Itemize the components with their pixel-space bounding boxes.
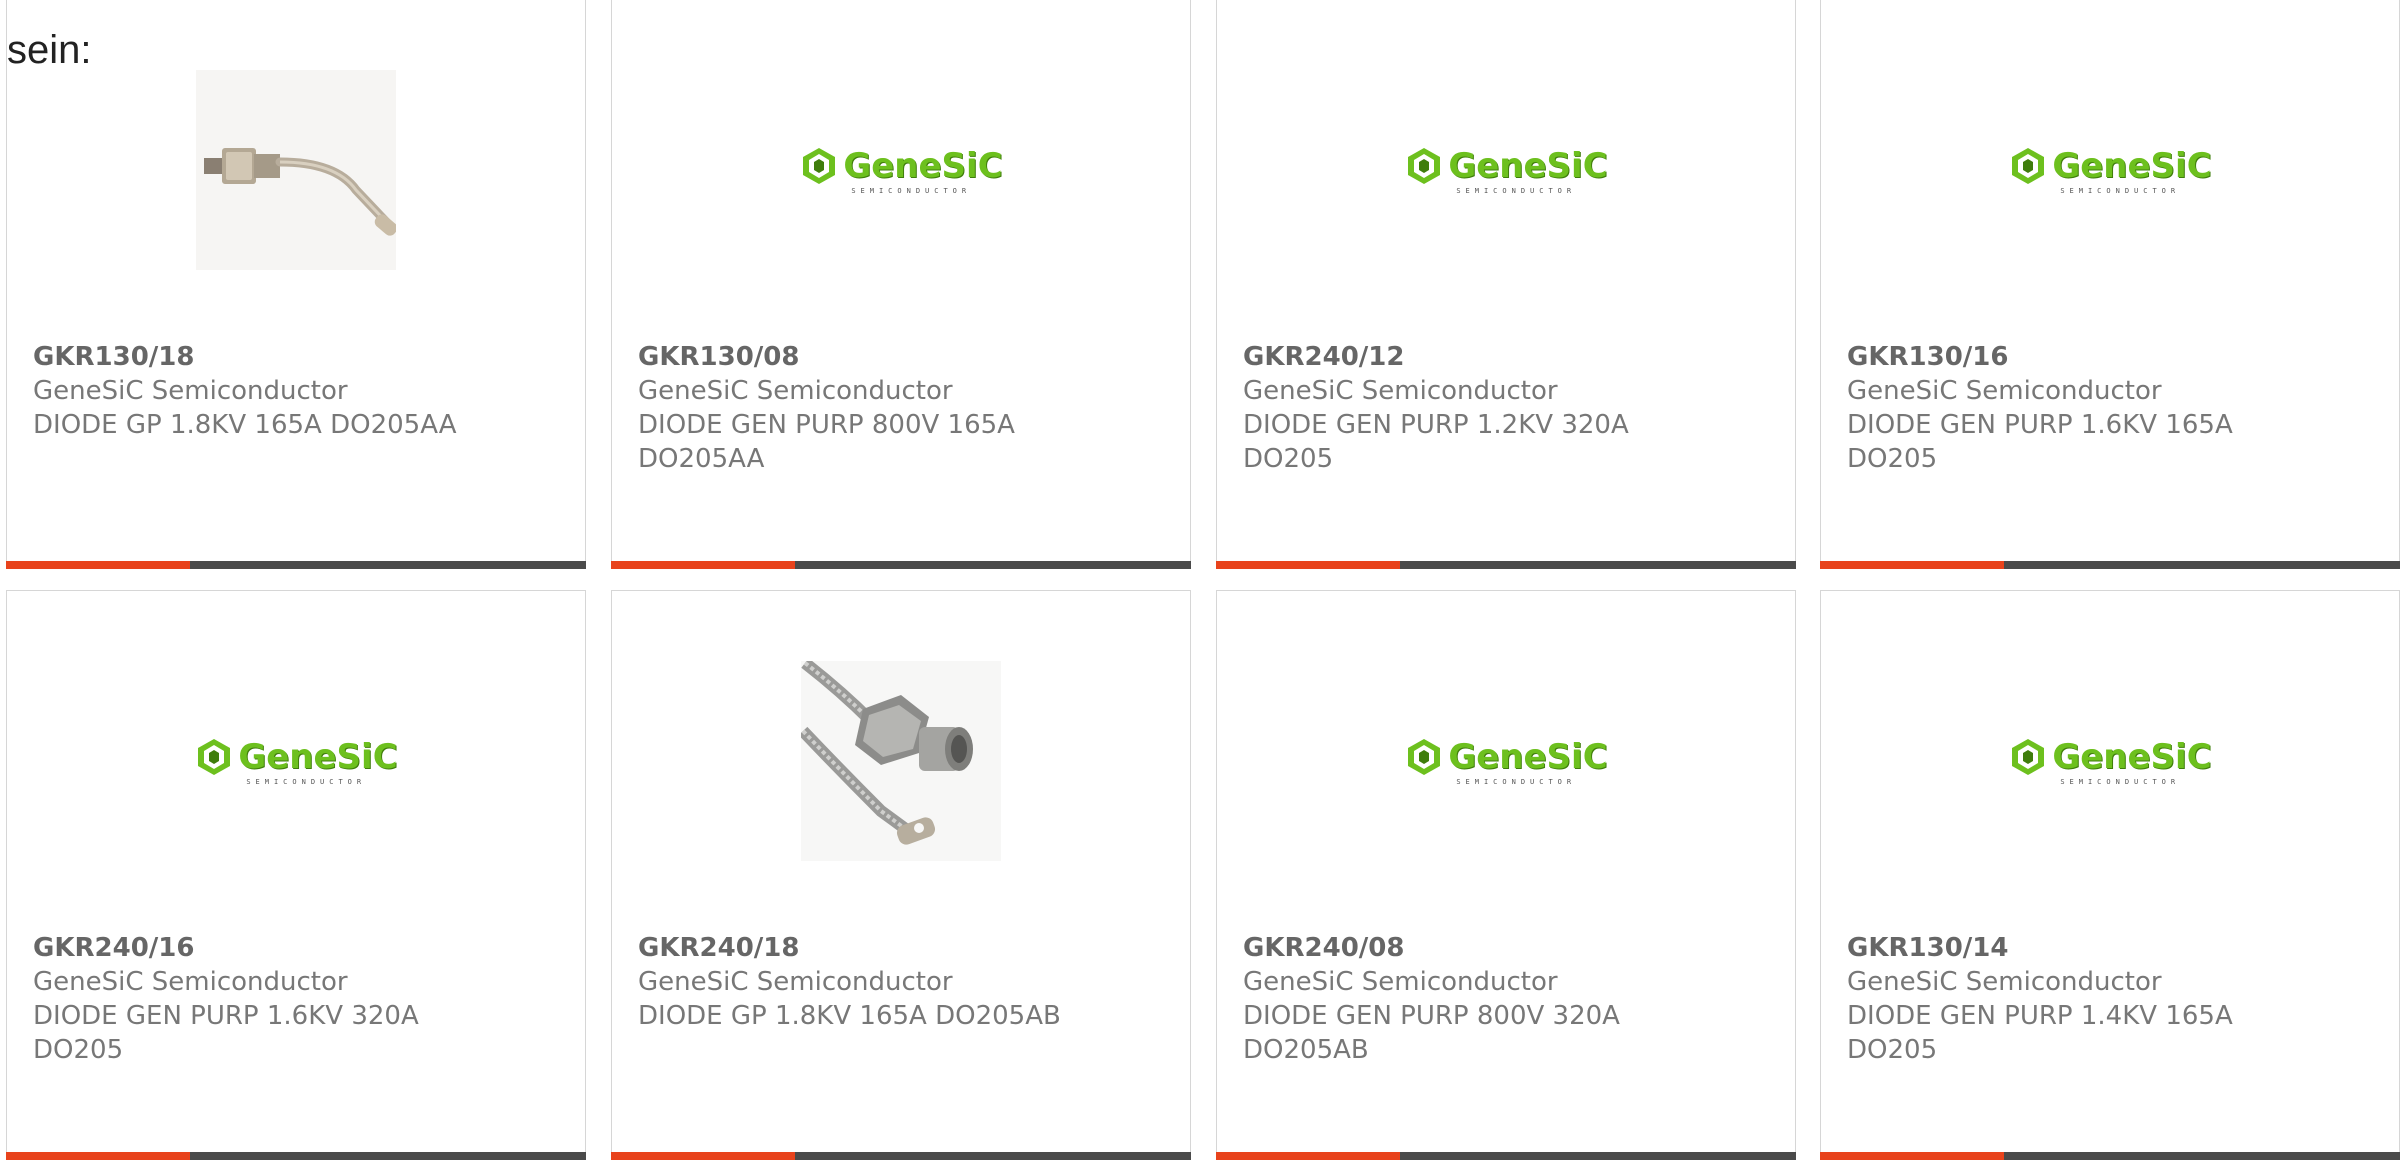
description: DIODE GEN PURP 1.6KV 320A (33, 1001, 419, 1031)
part-number[interactable]: GKR240/08 (1243, 931, 1769, 965)
card-accent (611, 1152, 795, 1160)
card-footer-bar (611, 1152, 1191, 1160)
description-cont: DO205AB (1243, 1035, 1369, 1065)
genesic-logo: GeneSiC SEMICONDUCTOR (2008, 736, 2212, 786)
card-footer-bar (1820, 561, 2400, 569)
description-cont: DO205 (1847, 1035, 1938, 1065)
logo-sub: SEMICONDUCTOR (1456, 186, 1577, 195)
genesic-logo: GeneSiC SEMICONDUCTOR (1404, 145, 1608, 195)
product-card[interactable]: GKR240/18 GeneSiC Semiconductor DIODE GP… (611, 590, 1191, 1160)
part-number[interactable]: GKR130/16 (1847, 340, 2373, 374)
card-accent (611, 561, 795, 569)
card-accent (1216, 561, 1400, 569)
genesic-hex-icon (2012, 147, 2045, 184)
card-accent (1820, 561, 2004, 569)
description-cont: DO205 (1847, 444, 1938, 474)
description-cont: DO205 (33, 1035, 124, 1065)
product-image[interactable]: GeneSiC SEMICONDUCTOR (1821, 70, 2399, 270)
product-card[interactable]: GeneSiC SEMICONDUCTOR GKR130/16 GeneSiC … (1820, 0, 2400, 569)
description-cont: DO205 (1243, 444, 1334, 474)
description: DIODE GEN PURP 1.4KV 165A (1847, 1001, 2233, 1031)
logo-word: GeneSiC (843, 145, 1003, 186)
logo-sub: SEMICONDUCTOR (2060, 777, 2181, 786)
product-image[interactable]: GeneSiC SEMICONDUCTOR (7, 661, 585, 861)
card-footer-bar (1216, 561, 1796, 569)
manufacturer: GeneSiC Semiconductor (1847, 967, 2162, 997)
manufacturer: GeneSiC Semiconductor (1243, 967, 1558, 997)
product-image[interactable] (612, 661, 1190, 861)
logo-word: GeneSiC (2052, 145, 2212, 186)
product-image[interactable] (7, 70, 585, 270)
product-image[interactable]: GeneSiC SEMICONDUCTOR (1217, 70, 1795, 270)
product-card[interactable]: GeneSiC SEMICONDUCTOR GKR240/12 GeneSiC … (1216, 0, 1796, 569)
description-cont: DO205AA (638, 444, 765, 474)
logo-sub: SEMICONDUCTOR (246, 777, 367, 786)
product-image[interactable]: GeneSiC SEMICONDUCTOR (1821, 661, 2399, 861)
genesic-hex-icon (198, 738, 231, 775)
part-number[interactable]: GKR130/08 (638, 340, 1164, 374)
part-number[interactable]: GKR240/12 (1243, 340, 1769, 374)
genesic-hex-icon (2012, 738, 2045, 775)
description: DIODE GEN PURP 800V 165A (638, 410, 1015, 440)
logo-sub: SEMICONDUCTOR (851, 186, 972, 195)
product-card[interactable]: GeneSiC SEMICONDUCTOR GKR240/16 GeneSiC … (6, 590, 586, 1160)
part-number[interactable]: GKR240/16 (33, 931, 559, 965)
manufacturer: GeneSiC Semiconductor (638, 967, 953, 997)
product-image[interactable]: GeneSiC SEMICONDUCTOR (612, 70, 1190, 270)
genesic-hex-icon (803, 147, 836, 184)
manufacturer: GeneSiC Semiconductor (1847, 376, 2162, 406)
description: DIODE GEN PURP 1.2KV 320A (1243, 410, 1629, 440)
card-footer-bar (1820, 1152, 2400, 1160)
genesic-logo: GeneSiC SEMICONDUCTOR (194, 736, 398, 786)
product-image[interactable]: GeneSiC SEMICONDUCTOR (1217, 661, 1795, 861)
card-accent (1216, 1152, 1400, 1160)
description: DIODE GP 1.8KV 165A DO205AB (638, 1001, 1061, 1031)
card-footer-bar (611, 561, 1191, 569)
card-footer-bar (1216, 1152, 1796, 1160)
product-card[interactable]: GKR130/18 GeneSiC Semiconductor DIODE GP… (6, 0, 586, 569)
product-card[interactable]: GeneSiC SEMICONDUCTOR GKR130/08 GeneSiC … (611, 0, 1191, 569)
logo-word: GeneSiC (1448, 736, 1608, 777)
genesic-logo: GeneSiC SEMICONDUCTOR (799, 145, 1003, 195)
card-accent (6, 561, 190, 569)
card-footer-bar (6, 1152, 586, 1160)
part-number[interactable]: GKR240/18 (638, 931, 1164, 965)
part-number[interactable]: GKR130/14 (1847, 931, 2373, 965)
genesic-hex-icon (1408, 147, 1441, 184)
logo-sub: SEMICONDUCTOR (2060, 186, 2181, 195)
part-number[interactable]: GKR130/18 (33, 340, 559, 374)
genesic-logo: GeneSiC SEMICONDUCTOR (2008, 145, 2212, 195)
logo-sub: SEMICONDUCTOR (1456, 777, 1577, 786)
description: DIODE GP 1.8KV 165A DO205AA (33, 410, 457, 440)
logo-word: GeneSiC (2052, 736, 2212, 777)
description: DIODE GEN PURP 1.6KV 165A (1847, 410, 2233, 440)
manufacturer: GeneSiC Semiconductor (33, 967, 348, 997)
card-accent (1820, 1152, 2004, 1160)
manufacturer: GeneSiC Semiconductor (33, 376, 348, 406)
product-card[interactable]: GeneSiC SEMICONDUCTOR GKR240/08 GeneSiC … (1216, 590, 1796, 1160)
intro-text: sein: (7, 28, 92, 72)
card-footer-bar (6, 561, 586, 569)
product-card[interactable]: GeneSiC SEMICONDUCTOR GKR130/14 GeneSiC … (1820, 590, 2400, 1160)
description: DIODE GEN PURP 800V 320A (1243, 1001, 1620, 1031)
logo-word: GeneSiC (1448, 145, 1608, 186)
logo-word: GeneSiC (238, 736, 398, 777)
stud-diode-photo (801, 661, 1001, 861)
stud-diode-photo (196, 70, 396, 270)
manufacturer: GeneSiC Semiconductor (1243, 376, 1558, 406)
genesic-logo: GeneSiC SEMICONDUCTOR (1404, 736, 1608, 786)
card-accent (6, 1152, 190, 1160)
manufacturer: GeneSiC Semiconductor (638, 376, 953, 406)
product-grid: sein: GKR130/18 GeneSiC Semiconductor DI… (0, 0, 2400, 1160)
genesic-hex-icon (1408, 738, 1441, 775)
